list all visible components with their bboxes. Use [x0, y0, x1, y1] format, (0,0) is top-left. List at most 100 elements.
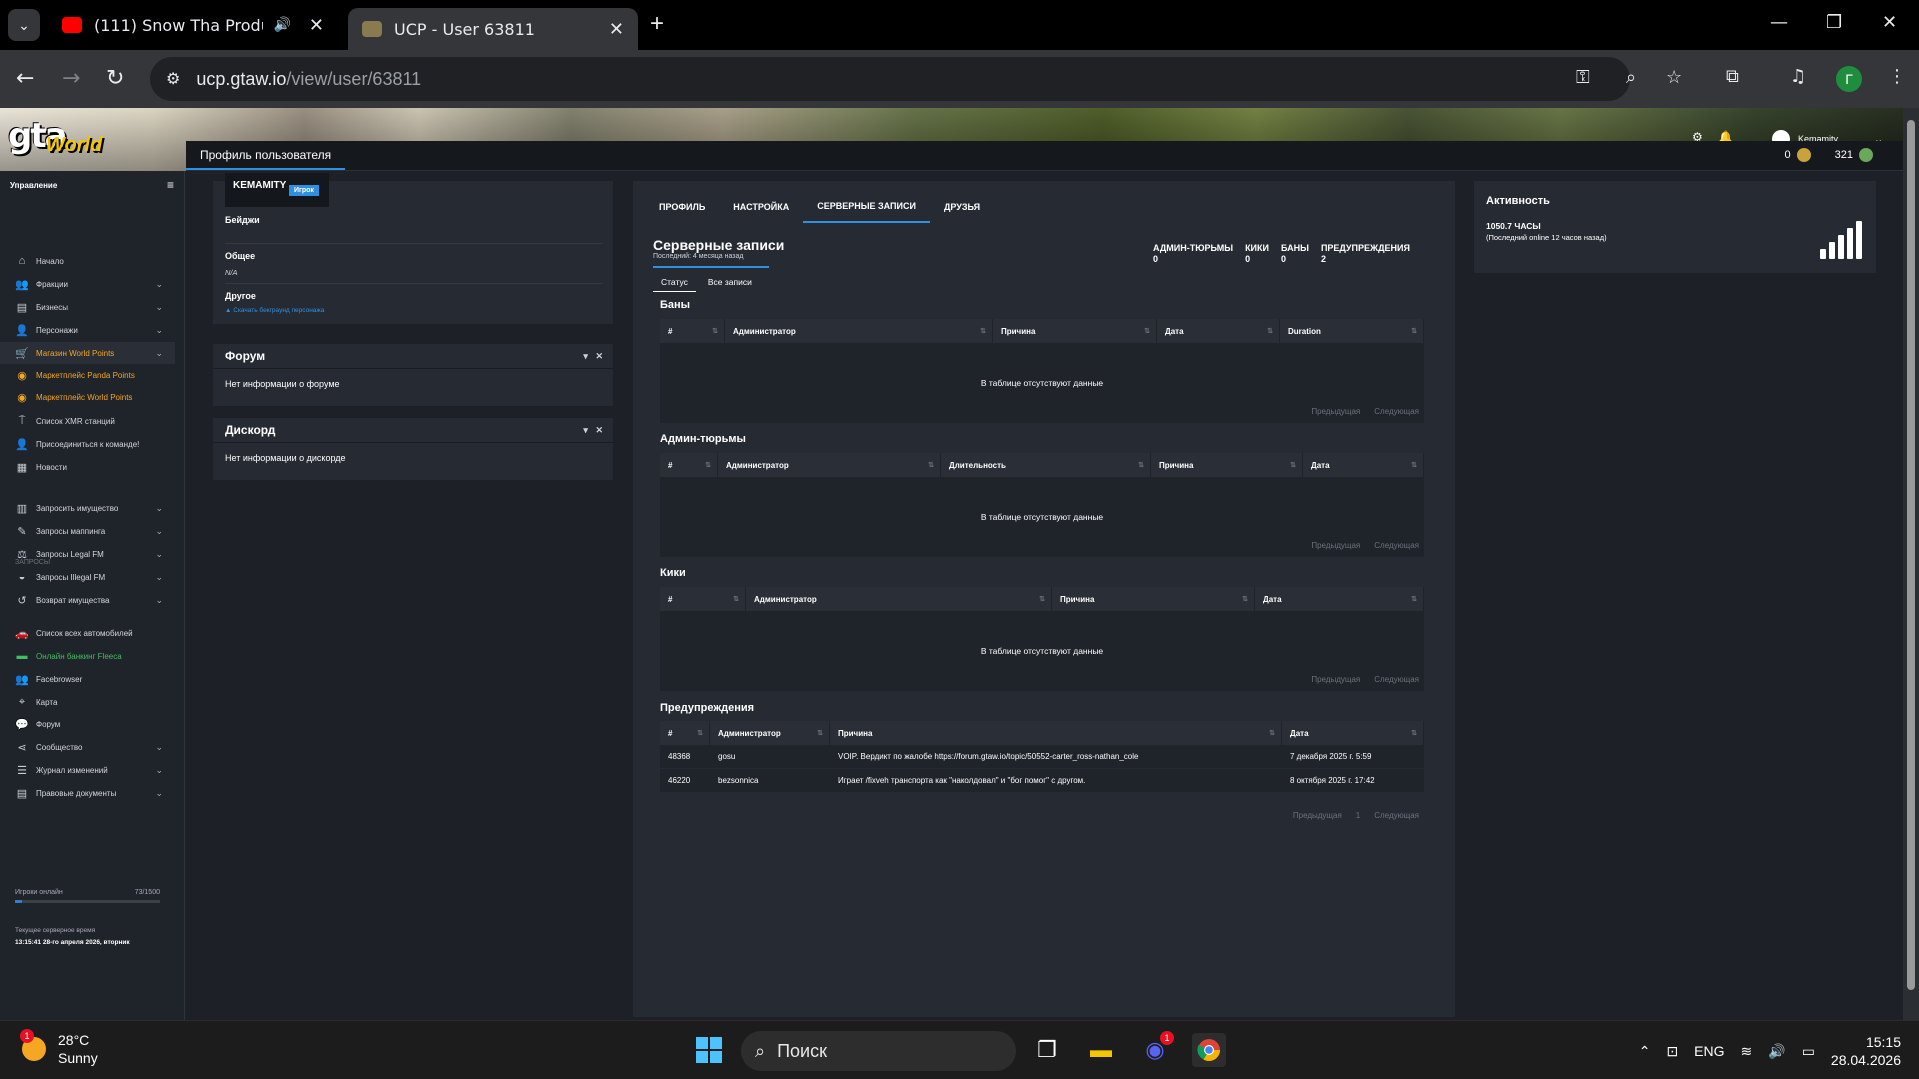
clock[interactable]: 15:15 28.04.2026 [1831, 1033, 1901, 1069]
sidebar-item-car[interactable]: 🚗 Список всех автомобилей [0, 622, 175, 644]
back-icon[interactable]: ← [16, 66, 34, 91]
next-button[interactable]: Следующая [1374, 811, 1419, 820]
restore-icon[interactable]: ❐ [1826, 12, 1842, 33]
prev-button[interactable]: Предыдущая [1311, 541, 1360, 550]
subtab-status[interactable]: Статус [653, 273, 696, 292]
sidebar-item-building[interactable]: ▥ Запросить имущество ⌄ [0, 497, 175, 519]
next-button[interactable]: Следующая [1374, 407, 1419, 416]
close-icon[interactable]: ✕ [595, 425, 603, 435]
task-view-icon[interactable]: ❐ [1030, 1033, 1064, 1067]
forward-icon[interactable]: → [62, 66, 80, 91]
sidebar-item-undo[interactable]: ↺ Возврат имущества ⌄ [0, 589, 175, 611]
page-number[interactable]: 1 [1356, 811, 1360, 820]
download-background-link[interactable]: ▲ Скачать бекграунд персонажа [225, 307, 324, 314]
sidebar-item-list[interactable]: ☰ Журнал изменений ⌄ [0, 759, 175, 781]
battery-icon[interactable]: ▭ [1802, 1043, 1815, 1060]
sidebar-item-users[interactable]: 👥 Фракции ⌄ [0, 273, 175, 295]
column-header[interactable]: Причина ⇅ [830, 721, 1282, 745]
sidebar-item-user[interactable]: 👤 Персонажи ⌄ [0, 319, 175, 341]
volume-icon[interactable]: 🔊 [1768, 1043, 1785, 1060]
windows-start-icon[interactable] [692, 1033, 726, 1067]
chrome-icon[interactable] [1192, 1033, 1226, 1067]
minimize-icon[interactable]: — [1770, 12, 1788, 33]
key-icon[interactable]: ⚿ [1576, 67, 1590, 88]
sidebar-item-mask[interactable]: ◒ Запросы Illegal FM ⌄ [0, 566, 175, 588]
zoom-icon[interactable]: ⌕ [1626, 67, 1636, 88]
sidebar-item-coins[interactable]: ◉ Маркетплейс Panda Points [0, 364, 175, 386]
hamburger-icon[interactable]: ≡ [167, 178, 174, 192]
close-window-icon[interactable]: ✕ [1882, 12, 1897, 33]
prev-button[interactable]: Предыдущая [1293, 811, 1342, 820]
collapse-icon[interactable]: ▾ [583, 425, 588, 435]
sidebar-item-coins[interactable]: ◉ Маркетплейс World Points [0, 386, 175, 408]
wifi-icon[interactable]: ≋ [1741, 1043, 1753, 1060]
sidebar-item-share[interactable]: ⋖ Сообщество ⌄ [0, 736, 175, 758]
gta-world-logo[interactable]: gta World [8, 116, 120, 164]
column-header[interactable]: Причина ⇅ [993, 319, 1157, 343]
reload-icon[interactable]: ↻ [106, 66, 124, 91]
column-header[interactable]: # ⇅ [660, 587, 746, 611]
bookmark-star-icon[interactable]: ☆ [1666, 67, 1682, 88]
sidebar-item-document[interactable]: ▤ Правовые документы ⌄ [0, 782, 175, 804]
column-header[interactable]: # ⇅ [660, 453, 718, 477]
column-header[interactable]: Причина ⇅ [1052, 587, 1255, 611]
url-bar[interactable]: ⚙ ucp.gtaw.io/view/user/63811 ⚿ ⌕ ☆ [150, 57, 1682, 101]
new-tab-button[interactable]: + [650, 10, 664, 38]
sidebar-item-briefcase[interactable]: ▤ Бизнесы ⌄ [0, 296, 175, 318]
taskbar-search[interactable]: ⌕ Поиск [741, 1031, 1016, 1071]
sidebar-item-comments[interactable]: 💬 Форум [0, 713, 175, 735]
next-button[interactable]: Следующая [1374, 675, 1419, 684]
subtab-all-records[interactable]: Все записи [700, 273, 760, 292]
file-explorer-icon[interactable]: ▬ [1084, 1033, 1118, 1067]
tab-friends[interactable]: ДРУЗЬЯ [930, 191, 994, 223]
sidebar-item-home[interactable]: ⌂ Начало [0, 250, 175, 272]
column-header[interactable]: Duration ⇅ [1280, 319, 1424, 343]
tab-profile[interactable]: ПРОФИЛЬ [645, 191, 719, 223]
site-info-icon[interactable]: ⚙ [166, 69, 180, 89]
column-header[interactable]: Длительность ⇅ [941, 453, 1151, 477]
profile-avatar[interactable]: Г [1836, 66, 1862, 92]
sidebar-item-money[interactable]: ▬ Онлайн банкинг Fleeca [0, 645, 175, 667]
prev-button[interactable]: Предыдущая [1311, 675, 1360, 684]
browser-tab-youtube[interactable]: (111) Snow Tha Product || B 🔊 ✕ [48, 6, 338, 44]
column-header[interactable]: Администратор ⇅ [746, 587, 1052, 611]
prev-button[interactable]: Предыдущая [1311, 407, 1360, 416]
close-tab-icon[interactable]: ✕ [609, 19, 624, 40]
column-header[interactable]: Дата ⇅ [1157, 319, 1280, 343]
language-indicator[interactable]: ENG [1694, 1043, 1724, 1059]
sidebar-item-antenna[interactable]: ⍑ Список XMR станций [0, 410, 175, 432]
column-header[interactable]: Дата ⇅ [1282, 721, 1424, 745]
tab-settings[interactable]: НАСТРОЙКА [719, 191, 803, 223]
close-icon[interactable]: ✕ [595, 351, 603, 361]
column-header[interactable]: Дата ⇅ [1303, 453, 1424, 477]
page-scrollbar[interactable] [1903, 108, 1919, 1020]
browser-tab-ucp[interactable]: UCP - User 63811 ✕ [348, 8, 638, 50]
tab-server-records[interactable]: СЕРВЕРНЫЕ ЗАПИСИ [803, 191, 930, 223]
media-control-icon[interactable]: ♫ [1790, 66, 1806, 87]
sidebar-item-map[interactable]: ⌖ Карта [0, 691, 175, 713]
tab-search-button[interactable]: ⌄ [8, 9, 40, 41]
column-header[interactable]: # ⇅ [660, 319, 725, 343]
column-header[interactable]: Администратор ⇅ [710, 721, 830, 745]
sidebar-item-news[interactable]: ▦ Новости [0, 456, 175, 478]
column-header[interactable]: Дата ⇅ [1255, 587, 1424, 611]
close-tab-icon[interactable]: ✕ [309, 15, 324, 36]
sidebar-item-user-plus[interactable]: 👤 Присоединиться к команде! [0, 433, 175, 455]
scrollbar-thumb[interactable] [1907, 120, 1915, 990]
column-header[interactable]: # ⇅ [660, 721, 710, 745]
chevron-up-icon[interactable]: ⌃ [1639, 1043, 1651, 1060]
speaker-icon[interactable]: 🔊 [273, 17, 290, 33]
column-header[interactable]: Администратор ⇅ [725, 319, 993, 343]
sidebar-item-brush[interactable]: ✎ Запросы маппинга ⌄ [0, 520, 175, 542]
extensions-icon[interactable]: ⧉ [1726, 66, 1739, 87]
column-header[interactable]: Администратор ⇅ [718, 453, 941, 477]
sidebar-item-users[interactable]: 👥 Facebrowser [0, 668, 175, 690]
collapse-icon[interactable]: ▾ [583, 351, 588, 361]
camera-icon[interactable]: ⊡ [1666, 1043, 1678, 1060]
next-button[interactable]: Следующая [1374, 541, 1419, 550]
menu-kebab-icon[interactable]: ⋮ [1888, 66, 1906, 87]
column-header[interactable]: Причина ⇅ [1151, 453, 1303, 477]
sidebar-item-cart[interactable]: 🛒 Магазин World Points ⌄ [0, 342, 175, 364]
weather-widget[interactable]: 1 28°C Sunny [20, 1029, 98, 1067]
discord-icon[interactable]: ◉ 1 [1138, 1031, 1174, 1067]
